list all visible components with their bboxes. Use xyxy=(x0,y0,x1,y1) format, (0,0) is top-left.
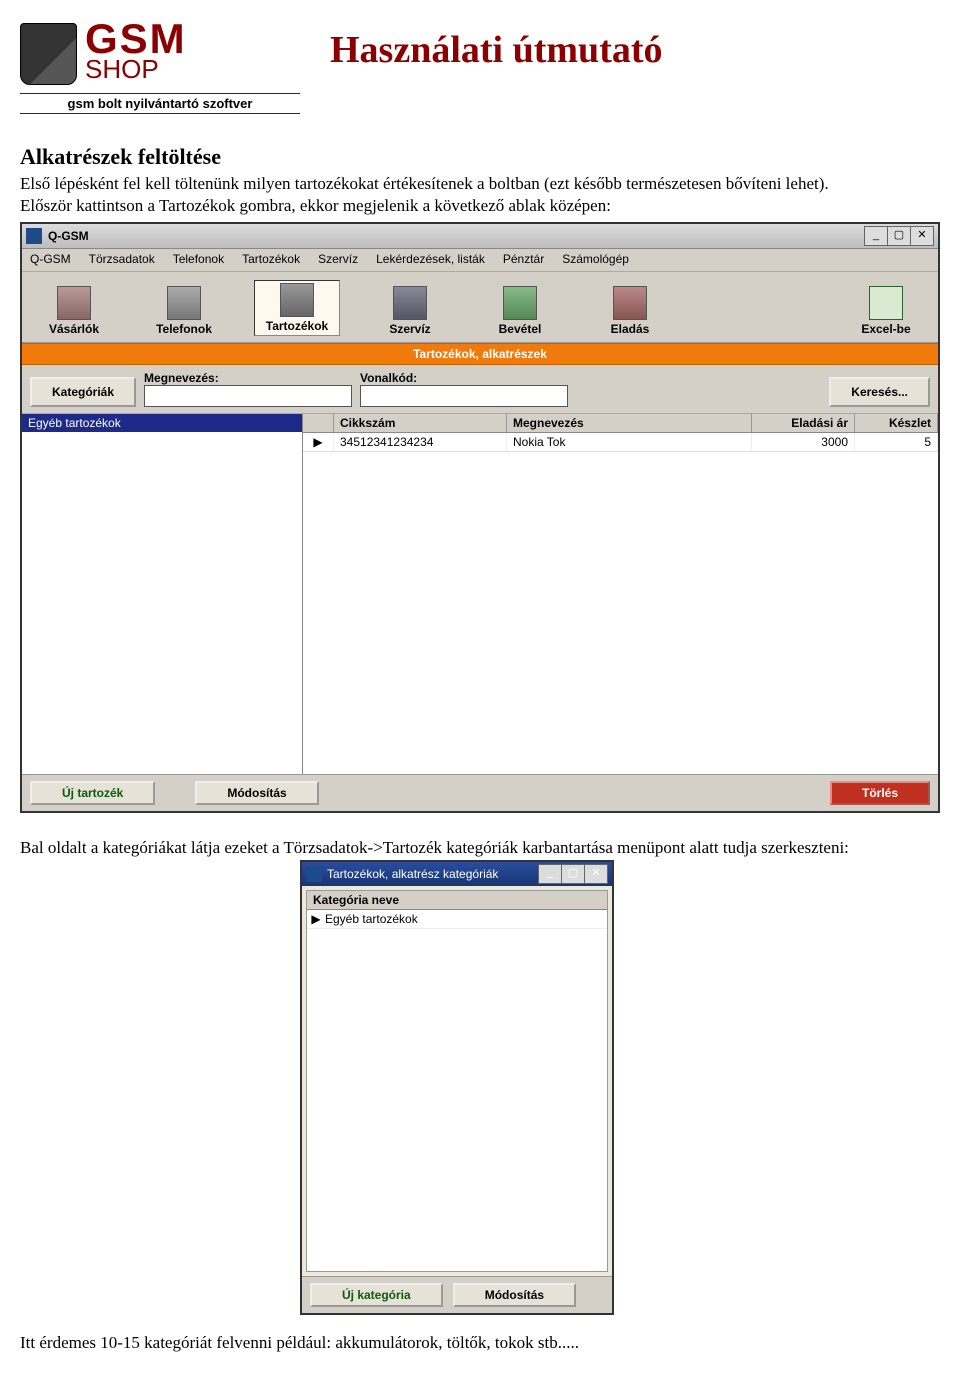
tool-eladas[interactable]: Eladás xyxy=(590,286,670,336)
table-row[interactable]: ▶ Egyéb tartozékok xyxy=(307,910,607,929)
data-grid: Cikkszám Megnevezés Eladási ár Készlet ▶… xyxy=(303,414,938,774)
category-item-selected[interactable]: Egyéb tartozékok xyxy=(22,414,302,432)
tool-vasarlok[interactable]: Vásárlók xyxy=(34,286,114,336)
torles-button[interactable]: Törlés xyxy=(830,781,930,805)
document-header: GSM SHOP gsm bolt nyilvántartó szoftver … xyxy=(20,20,940,114)
col-megnevezes[interactable]: Megnevezés xyxy=(507,414,752,432)
tool-telefonok[interactable]: Telefonok xyxy=(144,286,224,336)
search-row: Kategóriák Megnevezés: Vonalkód: Keresés… xyxy=(22,365,938,414)
category-bottom-toolbar: Új kategória Módosítás xyxy=(302,1276,612,1313)
window-icon xyxy=(26,228,42,244)
kereses-button[interactable]: Keresés... xyxy=(829,377,930,407)
intro-line2: Először kattintson a Tartozékok gombra, … xyxy=(20,196,940,216)
tool-label-bevetel: Bevétel xyxy=(480,322,560,336)
row-marker-icon: ▶ xyxy=(303,433,334,451)
logo-phone-icon xyxy=(20,23,77,85)
window-icon xyxy=(306,866,322,882)
page-title: Használati útmutató xyxy=(330,28,663,72)
megnevezes-input[interactable] xyxy=(144,385,352,407)
accessories-icon xyxy=(280,283,314,317)
tool-bevetel[interactable]: Bevétel xyxy=(480,286,560,336)
tool-tartozekok[interactable]: Tartozékok xyxy=(254,280,340,336)
uj-tartozek-button[interactable]: Új tartozék xyxy=(30,781,155,805)
logo: GSM SHOP gsm bolt nyilvántartó szoftver xyxy=(20,20,300,114)
bottom-toolbar: Új tartozék Módosítás Törlés xyxy=(22,774,938,811)
cell-megnevezes: Nokia Tok xyxy=(507,433,752,451)
tool-label-excel: Excel-be xyxy=(846,322,926,336)
menu-szerviz[interactable]: Szervíz xyxy=(318,252,358,266)
footer-text: Itt érdemes 10-15 kategóriát felvenni pé… xyxy=(20,1333,940,1353)
panel-title: Tartozékok, alkatrészek xyxy=(22,343,938,365)
menu-penztar[interactable]: Pénztár xyxy=(503,252,544,266)
menu-qgsm[interactable]: Q-GSM xyxy=(30,252,71,266)
excel-icon xyxy=(869,286,903,320)
minimize-button[interactable]: _ xyxy=(864,226,888,246)
intro-line1: Első lépésként fel kell töltenünk milyen… xyxy=(20,174,940,194)
grid-header: Cikkszám Megnevezés Eladási ár Készlet xyxy=(303,414,938,433)
mid-text: Bal oldalt a kategóriákat látja ezeket a… xyxy=(20,838,940,858)
logo-sub: SHOP xyxy=(85,54,187,85)
row-marker-icon: ▶ xyxy=(307,912,325,926)
menu-szamologep[interactable]: Számológép xyxy=(562,252,629,266)
category-name-cell: Egyéb tartozékok xyxy=(325,912,418,926)
category-window-titlebar[interactable]: Tartozékok, alkatrész kategóriák _ ▢ ✕ xyxy=(302,862,612,886)
vonalkod-label: Vonalkód: xyxy=(360,371,568,385)
category-window: Tartozékok, alkatrész kategóriák _ ▢ ✕ K… xyxy=(300,860,614,1315)
minimize-button[interactable]: _ xyxy=(538,864,562,884)
tool-szerviz[interactable]: Szervíz xyxy=(370,286,450,336)
vonalkod-input[interactable] xyxy=(360,385,568,407)
col-eladasiar[interactable]: Eladási ár xyxy=(752,414,855,432)
category-grid: Kategória neve ▶ Egyéb tartozékok xyxy=(306,890,608,1272)
income-icon xyxy=(503,286,537,320)
uj-kategoria-button[interactable]: Új kategória xyxy=(310,1283,443,1307)
tool-label-vasarlok: Vásárlók xyxy=(34,322,114,336)
toolbar: Vásárlók Telefonok Tartozékok Szervíz Be… xyxy=(22,272,938,343)
window-titlebar[interactable]: Q-GSM _ ▢ ✕ xyxy=(22,224,938,249)
category-window-title: Tartozékok, alkatrész kategóriák xyxy=(327,867,498,881)
tool-excel[interactable]: Excel-be xyxy=(846,286,926,336)
col-cikkszam[interactable]: Cikkszám xyxy=(334,414,507,432)
service-icon xyxy=(393,286,427,320)
tool-label-szerviz: Szervíz xyxy=(370,322,450,336)
menu-telefonok[interactable]: Telefonok xyxy=(173,252,224,266)
megnevezes-label: Megnevezés: xyxy=(144,371,352,385)
grid-area: Egyéb tartozékok Cikkszám Megnevezés Ela… xyxy=(22,414,938,774)
sale-icon xyxy=(613,286,647,320)
phone-icon xyxy=(167,286,201,320)
app-window-main: Q-GSM _ ▢ ✕ Q-GSM Törzsadatok Telefonok … xyxy=(20,222,940,813)
modositas-button[interactable]: Módosítás xyxy=(453,1283,576,1307)
cell-eladasiar: 3000 xyxy=(752,433,855,451)
maximize-button[interactable]: ▢ xyxy=(561,864,585,884)
cell-keszlet: 5 xyxy=(855,433,938,451)
category-list: Egyéb tartozékok xyxy=(22,414,303,774)
modositas-button[interactable]: Módosítás xyxy=(195,781,318,805)
tool-label-telefonok: Telefonok xyxy=(144,322,224,336)
menubar: Q-GSM Törzsadatok Telefonok Tartozékok S… xyxy=(22,249,938,272)
menu-lekerdezesek[interactable]: Lekérdezések, listák xyxy=(376,252,485,266)
cell-cikkszam: 34512341234234 xyxy=(334,433,507,451)
window-title: Q-GSM xyxy=(48,229,89,243)
tool-label-eladas: Eladás xyxy=(590,322,670,336)
close-button[interactable]: ✕ xyxy=(910,226,934,246)
category-col-header[interactable]: Kategória neve xyxy=(307,891,607,910)
close-button[interactable]: ✕ xyxy=(584,864,608,884)
maximize-button[interactable]: ▢ xyxy=(887,226,911,246)
logo-subtitle: gsm bolt nyilvántartó szoftver xyxy=(20,93,300,114)
section-heading: Alkatrészek feltöltése xyxy=(20,144,940,170)
customers-icon xyxy=(57,286,91,320)
kategoriak-button[interactable]: Kategóriák xyxy=(30,377,136,407)
col-keszlet[interactable]: Készlet xyxy=(855,414,938,432)
tool-label-tartozekok: Tartozékok xyxy=(257,319,337,333)
menu-tartozekok[interactable]: Tartozékok xyxy=(242,252,300,266)
menu-torzsadatok[interactable]: Törzsadatok xyxy=(89,252,155,266)
logo-main: GSM xyxy=(85,20,187,58)
table-row[interactable]: ▶ 34512341234234 Nokia Tok 3000 5 xyxy=(303,433,938,452)
